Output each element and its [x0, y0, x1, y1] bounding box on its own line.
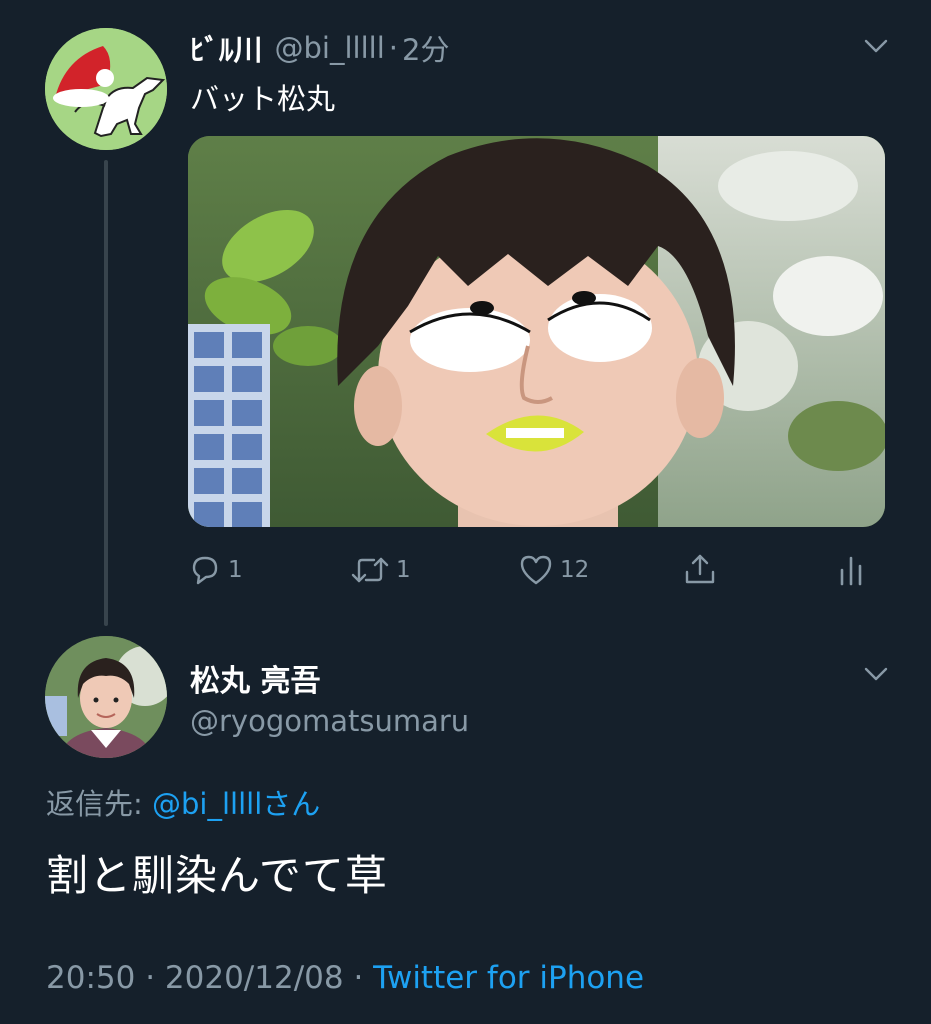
dinosaur-santa-icon [45, 28, 167, 150]
tweet-actions-bar: 1 1 12 [188, 548, 868, 592]
parent-handle[interactable]: @bi_lllll [275, 31, 385, 65]
like-count: 12 [560, 557, 590, 583]
parent-display-name[interactable]: ﾋﾞﾙ川 [190, 27, 263, 69]
profile-photo-avatar-icon [45, 636, 167, 758]
tweet-metadata: 20:50 · 2020/12/08 · Twitter for iPhone [46, 960, 644, 996]
thread-connector-line [104, 160, 108, 626]
tweet-media-image[interactable] [188, 136, 885, 527]
tweet-date: 2020/12/08 [164, 960, 344, 996]
chevron-down-icon [864, 667, 888, 681]
photo-with-cartoon-face-icon [188, 136, 885, 527]
parent-tweet-header: ﾋﾞﾙ川 @bi_lllll · 2分 [190, 26, 449, 70]
analytics-button[interactable] [836, 548, 866, 592]
tweet-source-link[interactable]: Twitter for iPhone [373, 960, 644, 996]
reply-bubble-icon [192, 556, 218, 585]
parent-timestamp[interactable]: 2分 [402, 27, 449, 69]
heart-icon [520, 555, 552, 585]
header-separator: · [388, 31, 398, 65]
reply-handle[interactable]: @ryogomatsumaru [190, 704, 469, 738]
reply-more-button[interactable] [858, 656, 894, 692]
parent-tweet-text: バット松丸 [190, 82, 336, 116]
retweet-count: 1 [396, 557, 411, 583]
meta-separator: · [135, 960, 165, 996]
reply-count: 1 [228, 557, 243, 583]
tweet-detail-screen: ﾋﾞﾙ川 @bi_lllll · 2分 バット松丸 1 1 12 松丸 亮吾 @… [0, 0, 931, 1024]
replying-to-mention-link[interactable]: @bi_lllllさん [152, 787, 320, 821]
reply-tweet-text: 割と馴染んでて草 [46, 851, 388, 900]
tweet-time: 20:50 [46, 960, 136, 996]
like-button[interactable]: 12 [518, 548, 589, 592]
replying-to-prefix: 返信先: [46, 787, 152, 821]
share-button[interactable] [682, 548, 718, 592]
parent-avatar[interactable] [45, 28, 167, 150]
chevron-down-icon [864, 39, 888, 53]
parent-more-button[interactable] [858, 28, 894, 64]
retweet-button[interactable]: 1 [350, 548, 411, 592]
share-icon [685, 554, 715, 584]
reply-button[interactable]: 1 [188, 548, 243, 592]
meta-separator: · [343, 960, 374, 996]
retweet-icon [351, 557, 389, 583]
reply-display-name[interactable]: 松丸 亮吾 [190, 656, 320, 700]
reply-avatar[interactable] [45, 636, 167, 758]
analytics-bars-icon [840, 556, 862, 586]
replying-to-line: 返信先: @bi_lllllさん [46, 781, 320, 823]
